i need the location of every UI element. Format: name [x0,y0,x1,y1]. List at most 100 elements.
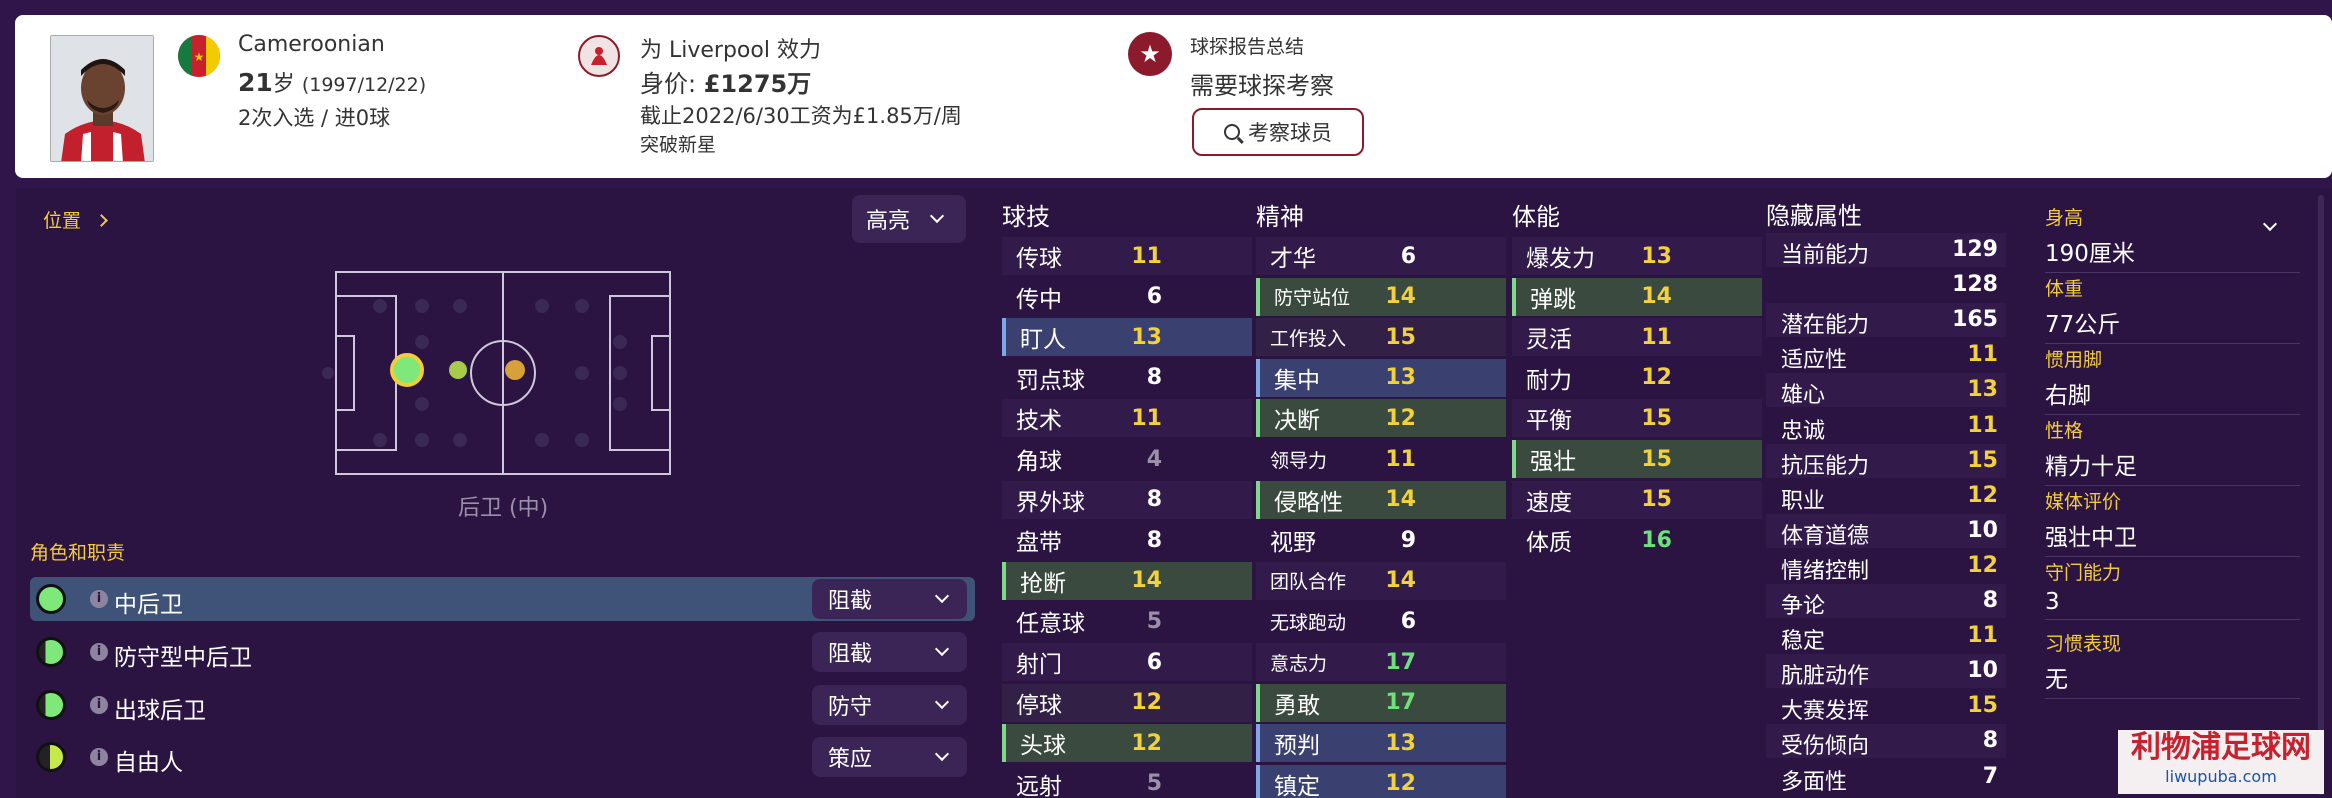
position-link[interactable]: 位置 [43,206,108,233]
hidden-attribute-row: 抗压能力 15 [1766,443,2006,479]
birth-date: (1997/12/22) [301,74,427,96]
hidden-attribute-name: 适应性 [1781,348,1848,374]
info-collapse-toggle[interactable] [2262,214,2278,233]
hidden-attribute-name: 当前能力 [1781,243,1870,268]
appearances: 2次入选 / 进0球 [238,106,391,130]
attribute-row[interactable]: 射门 6 [1002,643,1252,681]
attribute-value: 12 [1385,771,1416,797]
attribute-row[interactable]: 才华 6 [1256,237,1506,275]
scrollbar[interactable] [2318,195,2324,795]
attribute-row[interactable]: 防守站位 14 [1256,277,1506,316]
attribute-value: 15 [1641,405,1672,431]
attribute-row[interactable]: 弹跳 14 [1512,277,1762,316]
attribute-row[interactable]: 镇定 12 [1256,764,1506,798]
hidden-attribute-row: 当前能力 129 [1766,233,2006,268]
contract-info: 截止2022/6/30工资为£1.85万/周 [640,104,962,128]
attribute-value: 12 [1131,730,1162,756]
info-icon[interactable]: i [90,748,108,766]
role-name: 自由人 [114,750,183,776]
attribute-row[interactable]: 意志力 17 [1256,643,1506,681]
hidden-attribute-value: 8 [1982,588,1998,613]
attribute-name: 角球 [1016,449,1062,475]
role-row[interactable]: i 出球后卫 防守 [30,683,975,727]
attribute-row[interactable]: 传球 11 [1002,237,1252,275]
attribute-row[interactable]: 爆发力 13 [1512,237,1762,275]
attribute-row[interactable]: 头球 12 [1002,724,1252,763]
role-duty-select[interactable]: 阻截 [812,579,967,619]
hidden-attribute-row: 体育道德 10 [1766,513,2006,549]
watermark-title: 利物浦足球网 [2131,730,2311,765]
pitch-diagram [322,271,671,475]
attribute-row[interactable]: 盘带 8 [1002,521,1252,560]
role-name: 防守型中后卫 [114,645,252,671]
attribute-value: 11 [1131,405,1162,431]
attribute-row[interactable]: 侵略性 14 [1256,480,1506,519]
star-icon: ★ [1128,32,1172,76]
attribute-row[interactable]: 预判 13 [1256,724,1506,763]
attribute-row[interactable]: 停球 12 [1002,683,1252,722]
player-photo [50,35,154,162]
role-row[interactable]: i 防守型中后卫 阻截 [30,630,975,674]
attribute-row[interactable]: 领导力 11 [1256,440,1506,478]
hidden-attribute-value: 15 [1967,693,1998,719]
role-duty-select[interactable]: 防守 [812,685,967,725]
attribute-row[interactable]: 无球跑动 6 [1256,602,1506,641]
attribute-name: 决断 [1274,408,1320,435]
attribute-row[interactable]: 平衡 15 [1512,399,1762,438]
attribute-row[interactable]: 强壮 15 [1512,440,1762,478]
hidden-attribute-name: 争论 [1781,594,1826,619]
attribute-row[interactable]: 抢断 14 [1002,561,1252,600]
attribute-value: 17 [1385,690,1416,716]
attribute-value: 13 [1641,243,1672,269]
attribute-row[interactable]: 界外球 8 [1002,480,1252,519]
attribute-row[interactable]: 传中 6 [1002,277,1252,316]
attribute-row[interactable]: 灵活 11 [1512,318,1762,357]
info-icon[interactable]: i [90,590,108,608]
attribute-name: 工作投入 [1270,327,1347,350]
hidden-attribute-row: 大赛发挥 15 [1766,689,2006,724]
attribute-row[interactable]: 远射 5 [1002,764,1252,798]
hidden-attribute-value: 165 [1952,307,1998,333]
attribute-value: 17 [1385,649,1416,675]
hidden-attribute-row: 肮脏动作 10 [1766,654,2006,689]
role-suitability-icon [36,690,66,720]
attribute-name: 团队合作 [1270,571,1347,594]
chevron-down-icon [934,746,950,762]
attribute-row[interactable]: 体质 16 [1512,521,1762,560]
scout-player-button[interactable]: 考察球员 [1192,108,1364,156]
attribute-row[interactable]: 盯人 13 [1002,318,1252,357]
attribute-row[interactable]: 工作投入 15 [1256,318,1506,357]
attribute-row[interactable]: 任意球 5 [1002,602,1252,641]
attribute-name: 侵略性 [1274,489,1343,516]
attribute-row[interactable]: 耐力 12 [1512,358,1762,397]
role-duty-select[interactable]: 阻截 [812,632,967,672]
attribute-row[interactable]: 视野 9 [1256,521,1506,560]
hidden-attribute-name: 雄心 [1781,383,1826,409]
attribute-row[interactable]: 技术 11 [1002,399,1252,438]
attribute-name: 无球跑动 [1270,611,1347,634]
svg-text:★: ★ [194,50,205,64]
highlight-select[interactable]: 高亮 [852,195,966,243]
foot-label: 惯用脚 [2045,349,2103,371]
accomplished-position-marker [449,361,467,379]
role-duty-select[interactable]: 策应 [812,737,967,777]
info-icon[interactable]: i [90,696,108,714]
attribute-row[interactable]: 罚点球 8 [1002,358,1252,397]
attribute-name: 技术 [1016,408,1062,435]
attribute-row[interactable]: 团队合作 14 [1256,561,1506,600]
attribute-value: 5 [1146,771,1162,797]
role-row[interactable]: i 自由人 策应 [30,735,975,779]
attribute-row[interactable]: 角球 4 [1002,440,1252,478]
attribute-row[interactable]: 勇敢 17 [1256,683,1506,722]
info-icon[interactable]: i [90,643,108,661]
role-suitability-icon [36,584,66,614]
attribute-row[interactable]: 集中 13 [1256,358,1506,397]
role-row[interactable]: i 中后卫 阻截 [30,577,975,621]
attribute-value: 11 [1641,324,1672,350]
attribute-row[interactable]: 速度 15 [1512,480,1762,519]
attribute-value: 11 [1385,446,1416,472]
attribute-row[interactable]: 决断 12 [1256,399,1506,438]
chevron-down-icon [934,641,950,657]
club-line[interactable]: 为 Liverpool 效力 [640,32,821,64]
attribute-name: 防守站位 [1274,287,1351,310]
